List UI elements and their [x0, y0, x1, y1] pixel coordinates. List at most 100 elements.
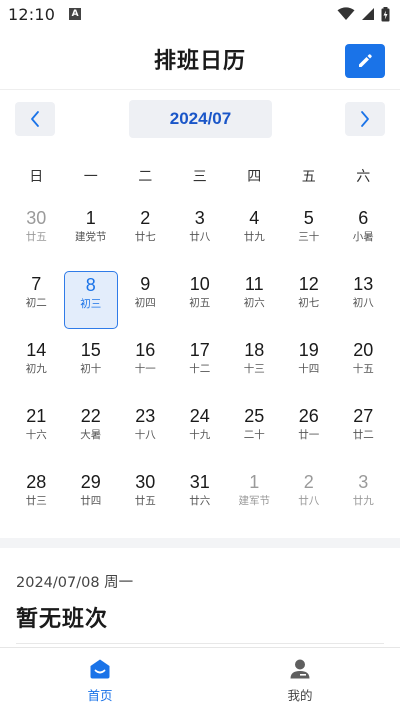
notification-badge-icon: A — [69, 8, 82, 20]
day-number: 17 — [189, 340, 210, 360]
day-number: 26 — [298, 406, 319, 426]
calendar-day[interactable]: 2 廿七 — [118, 205, 173, 263]
day-number: 3 — [358, 472, 369, 492]
lunar-date: 廿四 — [80, 495, 102, 507]
lunar-date: 小暑 — [352, 231, 374, 243]
calendar-day[interactable]: 18 十三 — [227, 337, 282, 395]
calendar-week-row: 14 初九 15 初十 16 十一 17 十二 18 十三 19 十四 20 十五 — [9, 337, 391, 403]
day-number: 12 — [298, 274, 319, 294]
day-number: 19 — [298, 340, 319, 360]
calendar-day[interactable]: 27 廿二 — [336, 403, 391, 461]
lunar-date: 建党节 — [75, 231, 107, 243]
day-number: 21 — [26, 406, 47, 426]
calendar-day[interactable]: 5 三十 — [282, 205, 337, 263]
calendar-day[interactable]: 15 初十 — [64, 337, 119, 395]
calendar-grid: 30 廿五 1 建党节 2 廿七 3 廿八 4 廿九 5 三十 6 小暑 7 初二 8 初三 9 初四 10 初五 11 初六… — [9, 205, 391, 535]
calendar-day[interactable]: 12 初七 — [282, 271, 337, 329]
weekday-label: 五 — [301, 169, 316, 185]
calendar-day[interactable]: 23 十八 — [118, 403, 173, 461]
calendar-day[interactable]: 22 大暑 — [64, 403, 119, 461]
calendar-day[interactable]: 19 十四 — [282, 337, 337, 395]
nav-tab-home[interactable]: 首页 — [0, 648, 200, 711]
status-icons — [337, 6, 390, 22]
day-number: 29 — [80, 472, 101, 492]
day-number: 4 — [249, 208, 260, 228]
day-number: 16 — [135, 340, 156, 360]
lunar-date: 廿九 — [352, 495, 374, 507]
calendar-day[interactable]: 3 廿八 — [173, 205, 228, 263]
calendar-day[interactable]: 26 廿一 — [282, 403, 337, 461]
calendar-day[interactable]: 11 初六 — [227, 271, 282, 329]
lunar-date: 廿一 — [298, 429, 320, 441]
calendar-day[interactable]: 25 二十 — [227, 403, 282, 461]
lunar-date: 初十 — [80, 363, 102, 375]
weekday-label: 二 — [138, 169, 153, 185]
calendar-day[interactable]: 6 小暑 — [336, 205, 391, 263]
month-selector[interactable]: 2024/07 — [129, 100, 272, 138]
weekday-label: 一 — [83, 169, 98, 185]
calendar-day[interactable]: 28 廿三 — [9, 469, 64, 527]
calendar-day[interactable]: 4 廿九 — [227, 205, 282, 263]
lunar-date: 十一 — [134, 363, 156, 375]
calendar-day[interactable]: 21 十六 — [9, 403, 64, 461]
lunar-date: 廿八 — [189, 231, 211, 243]
day-number: 13 — [353, 274, 374, 294]
day-number: 31 — [189, 472, 210, 492]
chevron-right-icon — [361, 111, 369, 127]
lunar-date: 大暑 — [80, 429, 102, 441]
lunar-date: 建军节 — [238, 495, 271, 507]
lunar-date: 十三 — [243, 363, 265, 375]
calendar-day[interactable]: 24 十九 — [173, 403, 228, 461]
signal-icon — [362, 8, 374, 20]
wifi-icon — [337, 7, 355, 20]
calendar-day[interactable]: 13 初八 — [336, 271, 391, 329]
status-time: 12:10 — [8, 4, 56, 24]
divider — [16, 643, 384, 644]
lunar-date: 十六 — [25, 429, 47, 441]
app-bar: 排班日历 — [0, 28, 400, 90]
lunar-date: 三十 — [298, 231, 320, 243]
status-bar: 12:10 A — [0, 0, 400, 28]
day-number: 7 — [31, 274, 42, 294]
calendar-day[interactable]: 14 初九 — [9, 337, 64, 395]
calendar-day[interactable]: 16 十一 — [118, 337, 173, 395]
weekday-label: 三 — [192, 169, 207, 185]
lunar-date: 廿五 — [134, 495, 156, 507]
nav-tab-profile[interactable]: 我的 — [200, 648, 400, 711]
calendar-day[interactable]: 30 廿五 — [9, 205, 64, 263]
lunar-date: 廿三 — [25, 495, 47, 507]
calendar-day-selected[interactable]: 8 初三 — [63, 271, 118, 329]
selected-date-text: 2024/07/08 周一 — [16, 575, 134, 591]
calendar-day[interactable]: 10 初五 — [173, 271, 228, 329]
day-number: 8 — [85, 275, 96, 295]
section-divider — [0, 538, 400, 548]
calendar-week-row: 21 十六 22 大暑 23 十八 24 十九 25 二十 26 廿一 27 廿二 — [9, 403, 391, 469]
nav-label-home: 首页 — [87, 688, 113, 703]
lunar-date: 初二 — [25, 297, 47, 309]
edit-button[interactable] — [345, 44, 385, 78]
day-number: 2 — [140, 208, 151, 228]
calendar-day[interactable]: 30 廿五 — [118, 469, 173, 527]
home-icon — [90, 659, 110, 679]
day-number: 27 — [353, 406, 374, 426]
calendar-day[interactable]: 1 建党节 — [64, 205, 119, 263]
lunar-date: 初三 — [80, 298, 102, 310]
calendar-day[interactable]: 20 十五 — [336, 337, 391, 395]
calendar-day[interactable]: 9 初四 — [118, 271, 173, 329]
calendar-day[interactable]: 1 建军节 — [227, 469, 282, 527]
day-number: 1 — [249, 472, 260, 492]
chevron-left-icon — [31, 111, 39, 127]
calendar-day[interactable]: 7 初二 — [9, 271, 64, 329]
calendar-day[interactable]: 2 廿八 — [282, 469, 337, 527]
calendar-day[interactable]: 29 廿四 — [64, 469, 119, 527]
next-month-button[interactable] — [345, 102, 385, 136]
calendar-day[interactable]: 17 十二 — [173, 337, 228, 395]
shift-status-text: 暂无班次 — [16, 607, 109, 632]
calendar-day[interactable]: 31 廿六 — [173, 469, 228, 527]
lunar-date: 廿六 — [189, 495, 211, 507]
calendar-day[interactable]: 3 廿九 — [336, 469, 391, 527]
calendar-week-row: 28 廿三 29 廿四 30 廿五 31 廿六 1 建军节 2 廿八 3 廿九 — [9, 469, 391, 535]
prev-month-button[interactable] — [15, 102, 55, 136]
lunar-date: 廿二 — [352, 429, 374, 441]
day-number: 2 — [303, 472, 314, 492]
